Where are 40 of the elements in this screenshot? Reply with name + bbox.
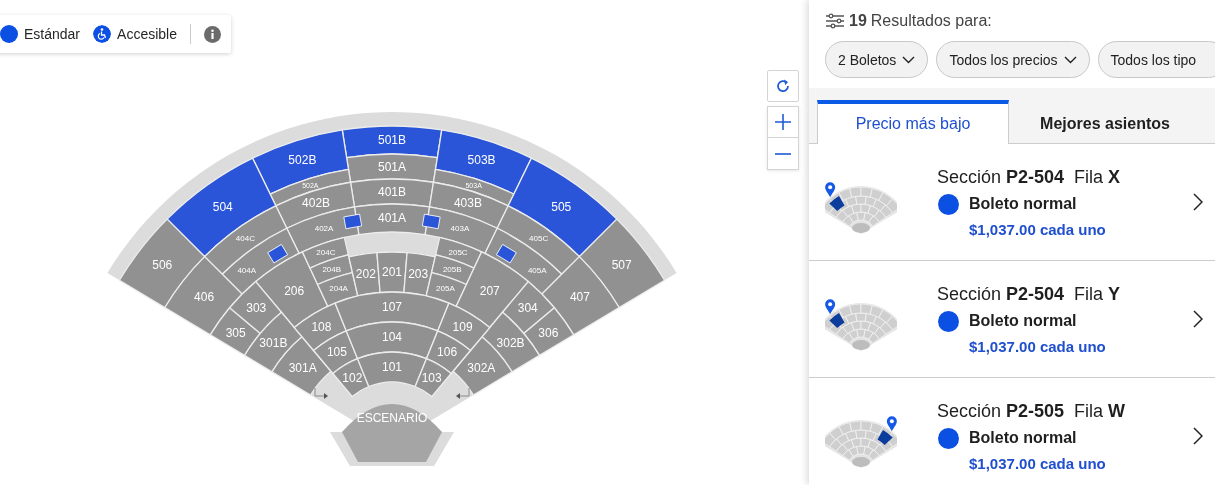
results-count: 19 <box>849 12 867 30</box>
chevron-right-icon <box>1193 193 1203 211</box>
zoom-out-button[interactable] <box>767 138 799 170</box>
chevron-down-icon <box>1063 55 1077 64</box>
section-row-title: Sección P2-504 Fila X <box>937 166 1122 188</box>
minus-icon <box>774 151 792 156</box>
sort-tab[interactable]: Mejores asientos <box>1009 100 1201 144</box>
ticket-price: $1,037.00 cada uno <box>969 220 1107 238</box>
entrance-arrow-icon <box>314 387 328 399</box>
reset-icon <box>774 77 792 95</box>
sort-tab[interactable]: Precio más bajo <box>817 100 1009 144</box>
ticket-type: Boleto normal <box>969 312 1077 330</box>
stage: ESCENARIO <box>342 404 442 462</box>
legend-label: Estándar <box>24 26 81 42</box>
section-row-title: Sección P2-504 Fila Y <box>937 283 1122 305</box>
chevron-down-icon <box>902 55 916 64</box>
filter-dropdown[interactable]: Todos los precios <box>936 41 1090 78</box>
ticket-listing[interactable]: Sección P2-505 Fila W Boleto normal $1,037.00 cada uno <box>809 378 1215 485</box>
results-label: Resultados para: <box>870 12 992 30</box>
chevron-right-icon <box>1193 310 1203 328</box>
entrance-arrow-icon <box>456 387 470 399</box>
ticket-listing[interactable]: Sección P2-504 Fila Y Boleto normal $1,037.00 cada uno <box>809 261 1215 378</box>
filter-icon[interactable] <box>825 13 845 29</box>
ticket-price: $1,037.00 cada uno <box>969 337 1107 355</box>
seat-section[interactable]: 103 <box>414 358 452 398</box>
reset-button[interactable] <box>767 70 799 102</box>
section-row-title: Sección P2-505 Fila W <box>937 400 1127 422</box>
legend-label: Accesible <box>117 26 177 42</box>
chevron-right-icon <box>1193 427 1203 445</box>
accessible-marker <box>343 213 363 230</box>
zoom-in-button[interactable] <box>767 106 799 138</box>
accessible-marker <box>421 213 441 230</box>
info-icon[interactable] <box>203 25 221 43</box>
filter-dropdown[interactable]: Todos los tipo <box>1097 41 1215 78</box>
filter-dropdown[interactable]: 2 Boletos <box>825 41 929 78</box>
plus-icon <box>774 113 792 131</box>
ticket-price: $1,037.00 cada uno <box>969 454 1107 472</box>
ticket-type: Boleto normal <box>969 429 1077 447</box>
ticket-type: Boleto normal <box>969 195 1077 213</box>
ticket-listing[interactable]: Sección P2-504 Fila X Boleto normal $1,037.00 cada uno <box>809 144 1215 261</box>
